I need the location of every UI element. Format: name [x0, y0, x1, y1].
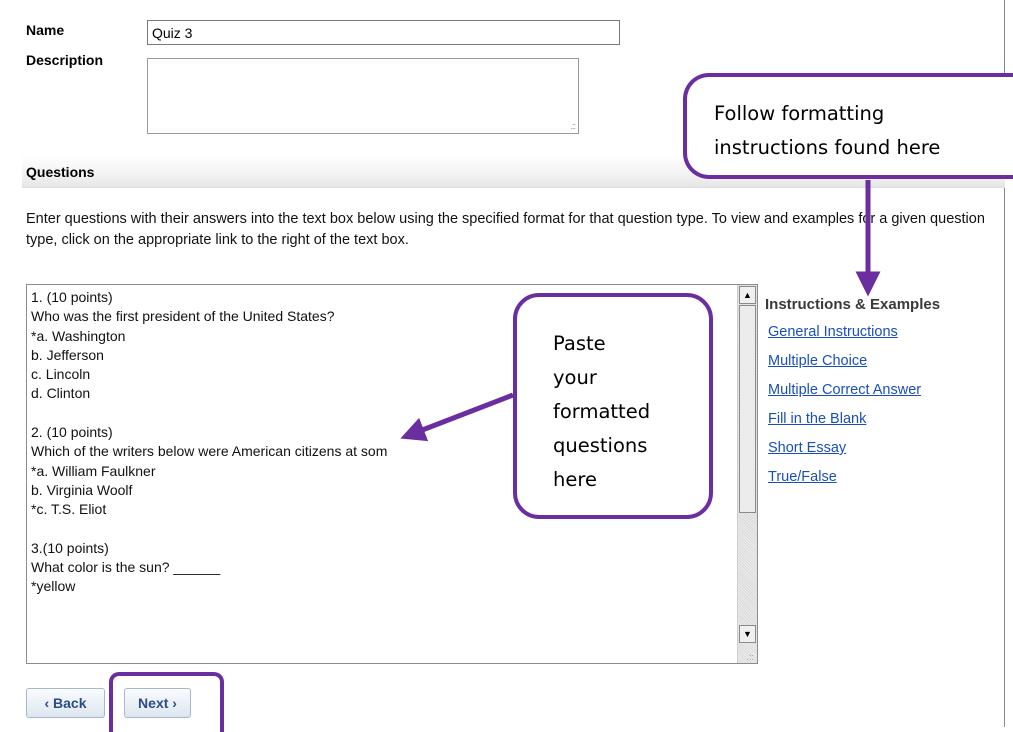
scrollbar-thumb[interactable]: [739, 305, 756, 513]
link-fill-in-the-blank[interactable]: Fill in the Blank: [768, 411, 866, 427]
next-button-highlight: [109, 672, 224, 732]
questions-header-label: Questions: [26, 164, 95, 180]
callout-follow-instructions: Follow formatting instructions found her…: [683, 73, 1013, 179]
callout-paste-questions-text: Paste your formatted questions here: [553, 332, 651, 491]
link-short-essay[interactable]: Short Essay: [768, 440, 846, 456]
scroll-down-arrow-icon[interactable]: ▼: [739, 625, 756, 643]
instructions-title: Instructions & Examples: [765, 296, 941, 313]
link-multiple-choice[interactable]: Multiple Choice: [768, 353, 867, 369]
help-text: Enter questions with their answers into …: [26, 211, 985, 248]
callout-follow-instructions-text: Follow formatting instructions found her…: [714, 102, 941, 159]
callout-paste-questions: Paste your formatted questions here: [513, 293, 713, 519]
back-button[interactable]: ‹ Back: [26, 688, 105, 718]
description-label: Description: [26, 52, 104, 68]
resize-grip-icon[interactable]: .::: [746, 652, 754, 662]
scroll-up-arrow-icon[interactable]: ▲: [739, 286, 756, 304]
link-general-instructions[interactable]: General Instructions: [768, 324, 898, 340]
resize-grip-icon[interactable]: .::: [570, 121, 575, 131]
link-multiple-correct-answer[interactable]: Multiple Correct Answer: [768, 382, 921, 398]
description-textarea[interactable]: .::: [147, 58, 579, 134]
name-label: Name: [26, 22, 65, 38]
quiz-name-input[interactable]: [147, 20, 620, 45]
questions-scrollbar[interactable]: ▲ ▼: [737, 285, 757, 663]
link-true-false[interactable]: True/False: [768, 469, 837, 485]
